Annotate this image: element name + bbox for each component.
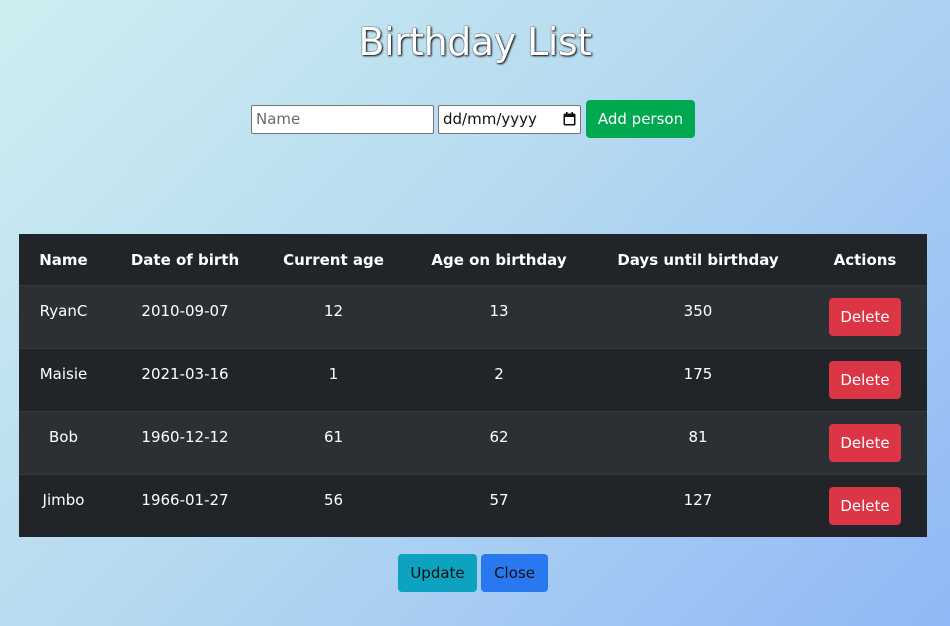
- cell-days-until-birthday: 127: [683, 491, 713, 509]
- table-header-row: Name Date of birth Current age Age on bi…: [19, 234, 927, 285]
- cell-actions: Delete: [803, 424, 927, 462]
- cell-name: RyanC: [39, 302, 88, 320]
- cell-current-age: 61: [323, 428, 344, 446]
- cell-days-until-birthday: 81: [688, 428, 708, 446]
- header-actions: Actions: [833, 250, 897, 269]
- calendar-icon[interactable]: [563, 112, 576, 126]
- cell-age-on-birthday: 57: [489, 491, 509, 509]
- cell-age-on-birthday: 62: [489, 428, 509, 446]
- cell-actions: Delete: [803, 298, 927, 336]
- delete-button[interactable]: Delete: [829, 487, 901, 525]
- cell-age-on-birthday: 13: [489, 302, 509, 320]
- add-person-button[interactable]: Add person: [586, 100, 695, 138]
- delete-button[interactable]: Delete: [829, 424, 901, 462]
- cell-days-until-birthday: 350: [683, 302, 713, 320]
- header-days-until-birthday: Days until birthday: [617, 250, 779, 269]
- footer-actions: Update Close: [398, 554, 548, 592]
- cell-name: Bob: [49, 428, 78, 446]
- birthday-table: Name Date of birth Current age Age on bi…: [19, 234, 927, 537]
- header-date-of-birth: Date of birth: [130, 250, 240, 269]
- header-current-age: Current age: [283, 250, 384, 269]
- cell-current-age: 12: [323, 302, 344, 320]
- table-row: Bob 1960-12-12 61 62 81 Delete: [19, 411, 927, 474]
- cell-date-of-birth: 1960-12-12: [141, 428, 229, 446]
- delete-button[interactable]: Delete: [829, 361, 901, 399]
- cell-name: Jimbo: [42, 491, 85, 509]
- table-row: RyanC 2010-09-07 12 13 350 Delete: [19, 285, 927, 348]
- delete-button[interactable]: Delete: [829, 298, 901, 336]
- cell-days-until-birthday: 175: [683, 365, 713, 383]
- cell-current-age: 56: [323, 491, 344, 509]
- cell-actions: Delete: [803, 361, 927, 399]
- page-title: Birthday List: [358, 20, 592, 64]
- date-placeholder: dd/mm/yyyy: [443, 110, 537, 128]
- cell-name: Maisie: [39, 365, 88, 383]
- close-button[interactable]: Close: [481, 554, 548, 592]
- cell-current-age: 1: [328, 365, 339, 383]
- add-person-form: Name dd/mm/yyyy Add person: [251, 100, 695, 138]
- cell-date-of-birth: 2010-09-07: [141, 302, 229, 320]
- header-age-on-birthday: Age on birthday: [431, 250, 567, 269]
- cell-date-of-birth: 1966-01-27: [141, 491, 229, 509]
- table-row: Maisie 2021-03-16 1 2 175 Delete: [19, 348, 927, 411]
- table-row: Jimbo 1966-01-27 56 57 127 Delete: [19, 474, 927, 537]
- update-button[interactable]: Update: [398, 554, 477, 592]
- cell-actions: Delete: [803, 487, 927, 525]
- cell-date-of-birth: 2021-03-16: [141, 365, 229, 383]
- date-of-birth-input[interactable]: dd/mm/yyyy: [438, 104, 581, 134]
- name-input[interactable]: Name: [251, 104, 434, 134]
- header-name: Name: [39, 250, 88, 269]
- cell-age-on-birthday: 2: [494, 365, 504, 383]
